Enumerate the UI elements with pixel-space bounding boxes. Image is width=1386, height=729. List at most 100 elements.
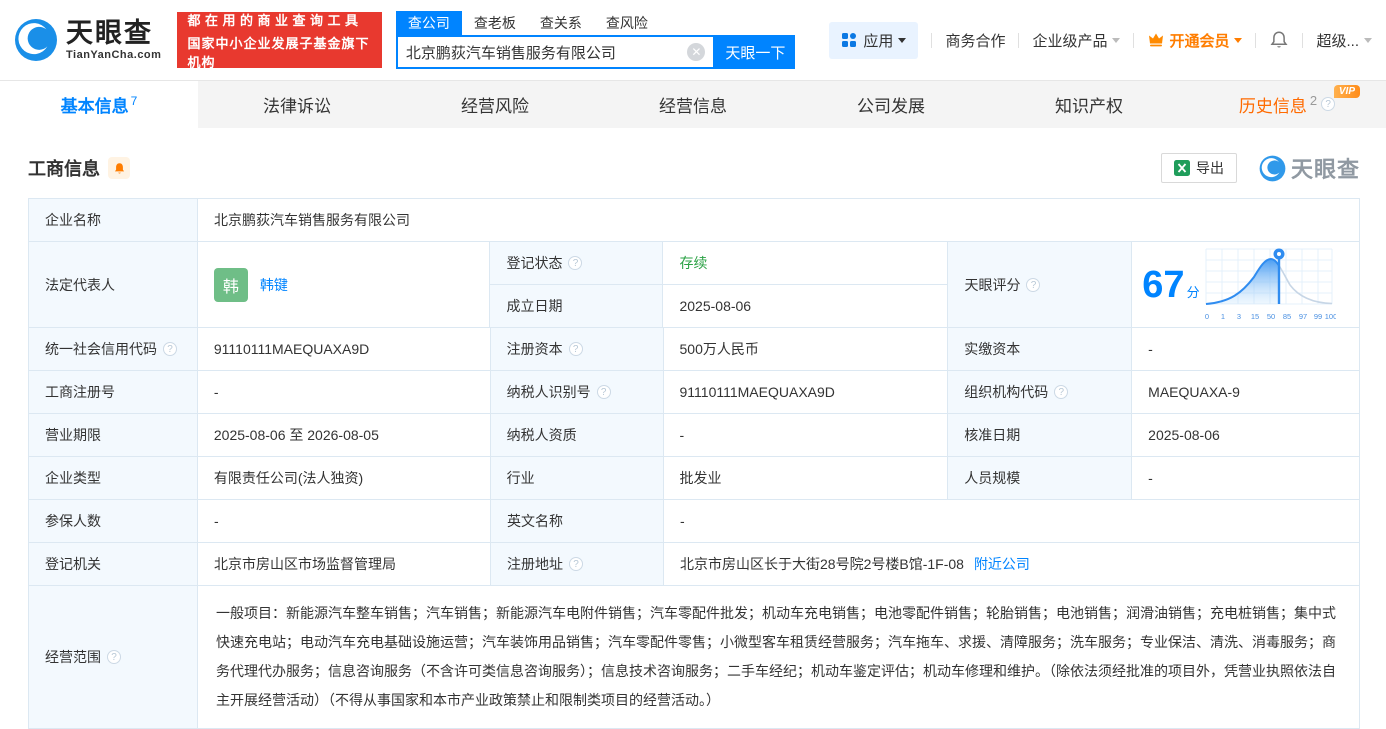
business-scope-label: 经营范围 bbox=[45, 649, 101, 665]
search-tab-company[interactable]: 查公司 bbox=[395, 11, 462, 35]
logo[interactable]: 天眼查 TianYanCha.com bbox=[14, 18, 161, 62]
slogan-banner: 都在用的商业查询工具 国家中小企业发展子基金旗下机构 bbox=[177, 12, 382, 70]
tianyancha-watermark-icon bbox=[1259, 155, 1286, 181]
divider bbox=[931, 32, 933, 48]
registered-address-label: 注册地址 bbox=[507, 556, 563, 572]
brand-name: 天眼查 bbox=[66, 17, 153, 48]
credit-code-label-cell: 统一社会信用代码 bbox=[29, 328, 198, 371]
help-icon[interactable] bbox=[163, 342, 177, 356]
est-date-value: 2025-08-06 bbox=[663, 285, 949, 328]
caret-down-icon bbox=[1364, 37, 1372, 43]
tab-ip-label: 知识产权 bbox=[1055, 97, 1123, 116]
nav-apps[interactable]: 应用 bbox=[829, 21, 919, 59]
company-type-value: 有限责任公司(法人独资) bbox=[197, 457, 491, 500]
tab-basic-info-label: 基本信息 bbox=[60, 97, 129, 116]
slogan-line-2: 国家中小企业发展子基金旗下机构 bbox=[187, 35, 370, 70]
header-nav: 应用 商务合作 企业级产品 开通会员 超级... bbox=[829, 21, 1372, 59]
clear-icon[interactable] bbox=[687, 43, 706, 61]
tianyancha-logo-icon bbox=[15, 19, 57, 61]
status-badge: 存续 bbox=[679, 255, 708, 271]
reg-status-value: 存续 bbox=[663, 242, 949, 285]
insured-count-value: - bbox=[198, 500, 491, 543]
table-row: 统一社会信用代码 91110111MAEQUAXA9D 注册资本 500万人民币… bbox=[29, 328, 1360, 371]
help-icon[interactable] bbox=[569, 557, 583, 571]
avatar[interactable]: 韩 bbox=[213, 267, 248, 302]
search-tabs: 查公司 查老板 查关系 查风险 bbox=[395, 11, 796, 35]
search-tab-boss[interactable]: 查老板 bbox=[462, 11, 528, 35]
business-scope-value: 一般项目：新能源汽车整车销售；汽车销售；新能源汽车电附件销售；汽车零配件批发；机… bbox=[198, 586, 1360, 729]
registered-address-cell: 北京市房山区长于大街28号院2号楼B馆-1F-08 附近公司 bbox=[664, 543, 1360, 586]
table-row: 参保人数 - 英文名称 - bbox=[29, 500, 1360, 543]
est-date-label: 成立日期 bbox=[490, 285, 664, 328]
export-button[interactable]: 导出 bbox=[1160, 153, 1237, 183]
nav-enterprise-products[interactable]: 企业级产品 bbox=[1032, 30, 1121, 51]
legal-rep-label: 法定代表人 bbox=[29, 242, 198, 328]
nav-super-vip[interactable]: 超级... bbox=[1316, 30, 1372, 51]
nearby-companies-link[interactable]: 附近公司 bbox=[974, 554, 1030, 574]
svg-text:100: 100 bbox=[1324, 312, 1335, 321]
notification-button[interactable] bbox=[1269, 30, 1289, 50]
tab-operating-risk[interactable]: 经营风险 bbox=[396, 81, 594, 128]
apps-grid-icon bbox=[842, 33, 857, 47]
legal-rep-link[interactable]: 韩键 bbox=[260, 275, 288, 295]
divider bbox=[1018, 32, 1020, 48]
score-label-cell: 天眼评分 bbox=[948, 242, 1133, 328]
caret-down-icon bbox=[1112, 37, 1121, 43]
help-icon[interactable] bbox=[1321, 96, 1336, 111]
table-row: 法定代表人 韩 韩键 登记状态 存续 成立日期 2025-08-06 天眼评分 bbox=[29, 242, 1360, 328]
tab-company-development[interactable]: 公司发展 bbox=[792, 81, 990, 128]
nav-open-vip[interactable]: 开通会员 bbox=[1147, 30, 1243, 51]
business-reg-no-value: - bbox=[197, 371, 491, 414]
help-icon[interactable] bbox=[568, 342, 583, 356]
tab-legal-proceedings[interactable]: 法律诉讼 bbox=[198, 81, 396, 128]
org-code-value: MAEQUAXA-9 bbox=[1132, 371, 1360, 414]
nav-open-vip-label: 开通会员 bbox=[1169, 32, 1230, 50]
search-tab-risk[interactable]: 查风险 bbox=[594, 11, 660, 35]
reg-status-label: 登记状态 bbox=[506, 255, 563, 271]
taxpayer-quality-label: 纳税人资质 bbox=[490, 414, 664, 457]
help-icon[interactable] bbox=[596, 385, 611, 399]
business-reg-no-label: 工商注册号 bbox=[29, 371, 198, 414]
approval-date-label: 核准日期 bbox=[948, 414, 1133, 457]
slogan-line-1: 都在用的商业查询工具 bbox=[187, 12, 363, 28]
section-tabbar: 基本信息 7 法律诉讼 经营风险 经营信息 公司发展 知识产权 VIP 历史信息… bbox=[0, 80, 1386, 128]
reg-status-label-cell: 登记状态 bbox=[490, 242, 664, 285]
svg-text:3: 3 bbox=[1236, 312, 1240, 321]
search-button[interactable]: 天眼一下 bbox=[715, 35, 796, 69]
business-info-table: 企业名称 北京鹏荻汽车销售服务有限公司 法定代表人 韩 韩键 登记状态 存续 成… bbox=[28, 198, 1360, 729]
tab-history-info[interactable]: VIP 历史信息 2 bbox=[1188, 81, 1386, 128]
tab-history-label: 历史信息 bbox=[1238, 97, 1307, 116]
tab-operating-label: 经营信息 bbox=[659, 97, 727, 116]
tab-operating-info[interactable]: 经营信息 bbox=[594, 81, 792, 128]
tab-legal-label: 法律诉讼 bbox=[263, 97, 331, 116]
help-icon[interactable] bbox=[1054, 385, 1069, 399]
help-icon[interactable] bbox=[1026, 277, 1041, 292]
registered-address-value: 北京市房山区长于大街28号院2号楼B馆-1F-08 bbox=[680, 556, 964, 572]
company-name-value: 北京鹏荻汽车销售服务有限公司 bbox=[198, 199, 1360, 242]
tab-intellectual-property[interactable]: 知识产权 bbox=[990, 81, 1188, 128]
table-row: 营业期限 2025-08-06 至 2026-08-05 纳税人资质 - 核准日… bbox=[29, 414, 1360, 457]
nav-business-cooperation[interactable]: 商务合作 bbox=[945, 30, 1005, 51]
svg-text:50: 50 bbox=[1266, 312, 1274, 321]
subscribe-bell-button[interactable] bbox=[108, 157, 130, 179]
brand-domain: TianYanCha.com bbox=[66, 48, 162, 61]
help-icon[interactable] bbox=[568, 256, 583, 270]
svg-text:97: 97 bbox=[1298, 312, 1306, 321]
search-input[interactable] bbox=[397, 43, 688, 61]
business-term-label: 营业期限 bbox=[29, 414, 198, 457]
registered-capital-label-cell: 注册资本 bbox=[490, 328, 664, 371]
staff-size-value: - bbox=[1132, 457, 1360, 500]
table-row: 登记机关 北京市房山区市场监督管理局 注册地址 北京市房山区长于大街28号院2号… bbox=[29, 543, 1360, 586]
crown-icon bbox=[1149, 33, 1164, 47]
search-tab-relation[interactable]: 查关系 bbox=[528, 11, 594, 35]
tab-risk-label: 经营风险 bbox=[461, 97, 529, 116]
company-name-label: 企业名称 bbox=[29, 199, 198, 242]
nav-enterprise-label: 企业级产品 bbox=[1032, 32, 1108, 50]
registration-authority-value: 北京市房山区市场监督管理局 bbox=[198, 543, 491, 586]
company-type-label: 企业类型 bbox=[29, 457, 198, 500]
tab-basic-info[interactable]: 基本信息 7 bbox=[0, 81, 198, 128]
help-icon[interactable] bbox=[107, 650, 121, 664]
registration-authority-label: 登记机关 bbox=[29, 543, 198, 586]
registered-address-label-cell: 注册地址 bbox=[491, 543, 664, 586]
nav-super-label: 超级... bbox=[1316, 32, 1359, 50]
